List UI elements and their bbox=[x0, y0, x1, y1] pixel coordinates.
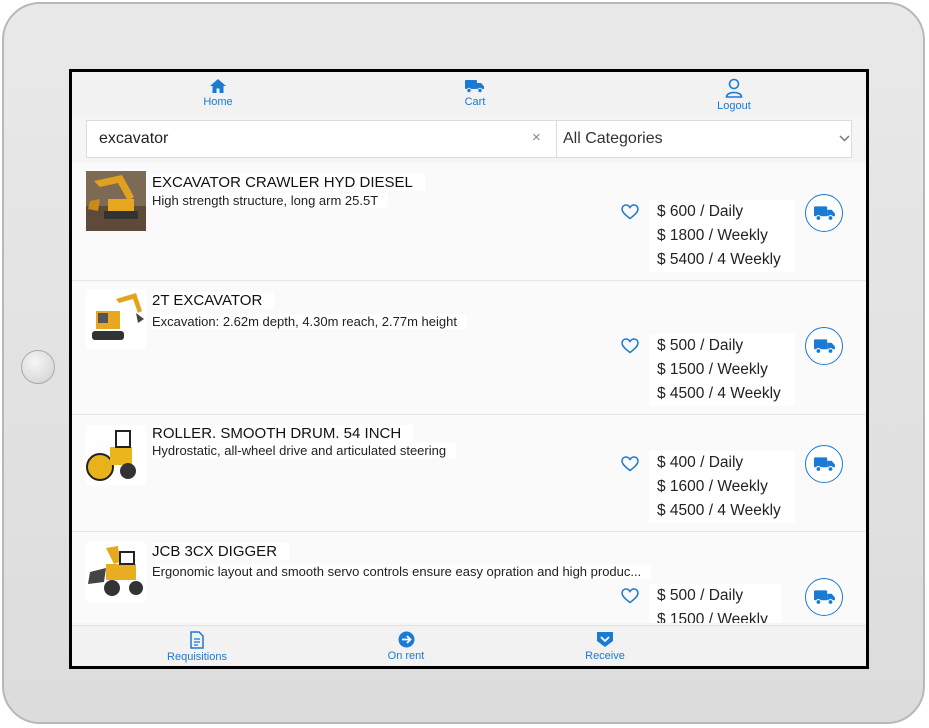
price-block: $ 500 / Daily $ 1500 / Weekly $ 4500 / 4… bbox=[649, 334, 795, 406]
bottom-nav: Requisitions On rent Receive bbox=[72, 625, 866, 666]
list-item[interactable]: JCB 3CX DIGGER Ergonomic layout and smoo… bbox=[72, 532, 866, 623]
price-daily: $ 500 / Daily bbox=[657, 587, 744, 604]
item-description: High strength structure, long arm 25.5T bbox=[152, 193, 389, 208]
heart-icon[interactable] bbox=[621, 338, 639, 354]
truck-icon bbox=[814, 457, 835, 472]
heart-icon[interactable] bbox=[621, 456, 639, 472]
backhoe-thumbnail bbox=[86, 542, 146, 602]
tablet-frame: Home Cart Logout × bbox=[2, 2, 925, 724]
list-item[interactable]: EXCAVATOR CRAWLER HYD DIESEL High streng… bbox=[72, 163, 866, 281]
mini-excavator-thumbnail bbox=[86, 289, 146, 349]
item-description: Excavation: 2.62m depth, 4.30m reach, 2.… bbox=[152, 314, 467, 329]
nav-cart-label: Cart bbox=[464, 96, 486, 108]
price-block: $ 400 / Daily $ 1600 / Weekly $ 4500 / 4… bbox=[649, 451, 795, 523]
user-icon bbox=[725, 78, 743, 98]
heart-icon[interactable] bbox=[621, 204, 639, 220]
price-daily: $ 400 / Daily bbox=[657, 454, 744, 471]
truck-icon bbox=[814, 206, 835, 221]
price-weekly: $ 1500 / Weekly bbox=[657, 611, 768, 623]
price-4weekly: $ 5400 / 4 Weekly bbox=[657, 251, 781, 268]
category-select[interactable]: All Categories bbox=[558, 121, 856, 157]
category-selected-label: All Categories bbox=[563, 130, 663, 147]
truck-icon bbox=[465, 80, 484, 94]
nav-logout-label: Logout bbox=[717, 100, 751, 112]
home-icon bbox=[210, 79, 226, 93]
item-title: EXCAVATOR CRAWLER HYD DIESEL bbox=[152, 174, 425, 191]
item-description: Hydrostatic, all-wheel drive and articul… bbox=[152, 443, 457, 458]
price-block: $ 600 / Daily $ 1800 / Weekly $ 5400 / 4… bbox=[649, 200, 795, 272]
top-nav: Home Cart Logout bbox=[72, 72, 866, 117]
price-4weekly: $ 4500 / 4 Weekly bbox=[657, 502, 781, 519]
nav-requisitions[interactable]: Requisitions bbox=[147, 631, 247, 663]
nav-requisitions-label: Requisitions bbox=[167, 651, 227, 663]
add-to-cart-button[interactable] bbox=[805, 578, 843, 616]
item-title: JCB 3CX DIGGER bbox=[152, 543, 290, 560]
list-item[interactable]: 2T EXCAVATOR Excavation: 2.62m depth, 4.… bbox=[72, 281, 866, 415]
chevron-down-icon bbox=[839, 135, 850, 142]
item-description: Ergonomic layout and smooth servo contro… bbox=[152, 564, 652, 579]
document-icon bbox=[190, 631, 204, 649]
nav-home-label: Home bbox=[203, 96, 233, 108]
price-block: $ 500 / Daily $ 1500 / Weekly bbox=[649, 584, 782, 623]
nav-logout[interactable]: Logout bbox=[689, 78, 779, 112]
add-to-cart-button[interactable] bbox=[805, 327, 843, 365]
add-to-cart-button[interactable] bbox=[805, 445, 843, 483]
add-to-cart-button[interactable] bbox=[805, 194, 843, 232]
nav-receive-label: Receive bbox=[585, 650, 625, 662]
price-daily: $ 600 / Daily bbox=[657, 203, 744, 220]
nav-receive[interactable]: Receive bbox=[555, 631, 655, 662]
heart-icon[interactable] bbox=[621, 588, 639, 604]
tablet-home-button[interactable] bbox=[21, 350, 55, 384]
truck-icon bbox=[814, 339, 835, 354]
price-4weekly: $ 4500 / 4 Weekly bbox=[657, 385, 781, 402]
price-daily: $ 500 / Daily bbox=[657, 337, 744, 354]
item-title: ROLLER. SMOOTH DRUM. 54 INCH bbox=[152, 425, 414, 442]
excavator-crawler-thumbnail bbox=[86, 171, 146, 231]
search-bar: × All Categories bbox=[86, 120, 852, 158]
search-input[interactable] bbox=[87, 121, 557, 157]
receive-icon bbox=[597, 632, 613, 647]
nav-home[interactable]: Home bbox=[173, 78, 263, 108]
price-weekly: $ 1800 / Weekly bbox=[657, 227, 768, 244]
nav-on-rent-label: On rent bbox=[387, 650, 425, 662]
nav-on-rent[interactable]: On rent bbox=[356, 631, 456, 662]
list-item[interactable]: ROLLER. SMOOTH DRUM. 54 INCH Hydrostatic… bbox=[72, 415, 866, 532]
arrow-right-circle-icon bbox=[398, 631, 414, 648]
clear-icon[interactable]: × bbox=[532, 129, 541, 146]
roller-thumbnail bbox=[86, 425, 146, 485]
item-title: 2T EXCAVATOR bbox=[152, 292, 275, 309]
price-weekly: $ 1500 / Weekly bbox=[657, 361, 768, 378]
product-list: EXCAVATOR CRAWLER HYD DIESEL High streng… bbox=[72, 163, 866, 623]
price-weekly: $ 1600 / Weekly bbox=[657, 478, 768, 495]
truck-icon bbox=[814, 590, 835, 605]
app-screen: Home Cart Logout × bbox=[69, 69, 869, 669]
nav-cart[interactable]: Cart bbox=[430, 78, 520, 108]
